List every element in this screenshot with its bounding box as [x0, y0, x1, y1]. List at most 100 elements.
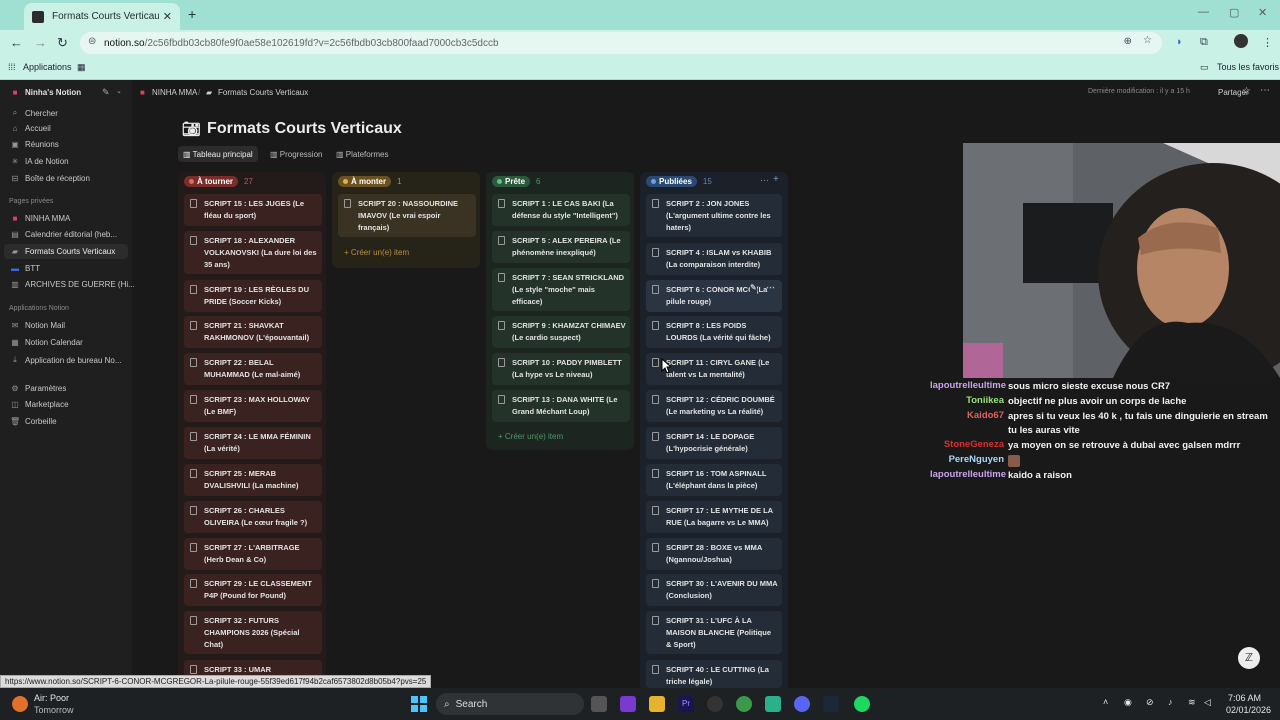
premiere-icon[interactable]: Pr [678, 696, 694, 712]
chrome-icon[interactable] [736, 696, 752, 712]
chevron-down-icon[interactable]: ⌄ [116, 87, 122, 95]
board-card[interactable]: SCRIPT 26 : CHARLES OLIVEIRA (Le cœur fr… [184, 501, 322, 533]
app-icon[interactable] [620, 696, 636, 712]
browser-tab[interactable]: Formats Courts Verticaux | Table ✕ [24, 3, 180, 30]
board-card[interactable]: SCRIPT 15 : LES JUGES (Le fléau du sport… [184, 194, 322, 226]
board-card[interactable]: SCRIPT 2 : JON JONES (L'argument ultime … [646, 194, 782, 237]
url-input[interactable]: ⊜ notion.so/2c56fbdb03cb80fe9f0ae58e1026… [80, 32, 1162, 54]
sidebar-page-ninha-mma[interactable]: ■ NINHA MMA [10, 214, 71, 223]
sidebar-page-formats[interactable]: ▰ Formats Courts Verticaux [10, 247, 115, 256]
forward-icon[interactable]: → [34, 35, 47, 50]
sidebar-marketplace[interactable]: ◫ Marketplace [10, 400, 68, 409]
breadcrumb-formats[interactable]: Formats Courts Verticaux [218, 88, 308, 97]
column-more-icon[interactable]: ⋯ [760, 175, 769, 186]
tab-tableau-principal[interactable]: ▥ Tableau principal [178, 146, 258, 162]
favorite-star-icon[interactable]: ☆ [1242, 86, 1251, 97]
tab-groups-icon[interactable]: ▦ [77, 62, 86, 73]
create-item-button[interactable]: + Créer un(e) item [344, 248, 409, 257]
board-card[interactable]: SCRIPT 16 : TOM ASPINALL (L'éléphant dan… [646, 464, 782, 496]
tab-progression[interactable]: ▥ Progression [265, 146, 327, 162]
sidebar-item-inbox[interactable]: ⊟ Boîte de réception [10, 174, 90, 183]
column-add-icon[interactable]: + [773, 174, 779, 185]
weather-title[interactable]: Air: Poor [34, 693, 69, 703]
spotify-icon[interactable] [854, 696, 870, 712]
board-card[interactable]: SCRIPT 22 : BELAL MUHAMMAD (Le mal-aimé) [184, 353, 322, 385]
windows-start-icon[interactable] [411, 696, 427, 712]
new-tab-icon[interactable]: + [188, 6, 196, 22]
board-card[interactable]: SCRIPT 7 : SEAN STRICKLAND (Le style "mo… [492, 268, 630, 311]
column-header[interactable]: Publiées 15 [646, 175, 712, 187]
board-card[interactable]: SCRIPT 12 : CÉDRIC DOUMBÉ (Le marketing … [646, 390, 782, 422]
board-card[interactable]: SCRIPT 9 : KHAMZAT CHIMAEV (Le cardio su… [492, 316, 630, 348]
browser-menu-icon[interactable]: ⋮ [1262, 36, 1273, 49]
workspace-switcher[interactable]: ■ Ninha's Notion [10, 88, 82, 97]
board-card-hovered[interactable]: SCRIPT 6 : CONOR MCG (La pilule rouge) ✎… [646, 280, 782, 312]
sidebar-item-home[interactable]: ⌂ Accueil [10, 124, 51, 133]
create-item-button[interactable]: + Créer un(e) item [498, 432, 563, 441]
file-explorer-icon[interactable] [649, 696, 665, 712]
app-icon[interactable] [765, 696, 781, 712]
board-card[interactable]: SCRIPT 29 : LE CLASSEMENT P4P (Pound for… [184, 574, 322, 606]
bookmark-applications[interactable]: Applications [23, 62, 72, 72]
board-card[interactable]: SCRIPT 31 : L'UFC À LA MAISON BLANCHE (P… [646, 611, 782, 654]
board-card[interactable]: SCRIPT 8 : LES POIDS LOURDS (La vérité q… [646, 316, 782, 348]
all-bookmarks-link[interactable]: Tous les favoris [1217, 62, 1279, 72]
close-window-icon[interactable]: ✕ [1258, 6, 1267, 19]
sidebar-settings[interactable]: ⚙ Paramètres [10, 384, 66, 393]
sidebar-app-desktop[interactable]: ⤓ Application de bureau No... [10, 355, 121, 365]
board-card[interactable]: SCRIPT 5 : ALEX PEREIRA (Le phénomène in… [492, 231, 630, 263]
sidebar-trash[interactable]: 🗑︎ Corbeille [10, 417, 57, 426]
breadcrumb-ninha-mma[interactable]: NINHA MMA [152, 88, 197, 97]
board-card[interactable]: SCRIPT 10 : PADDY PIMBLETT (La hype vs L… [492, 353, 630, 385]
column-header[interactable]: À tourner 27 [184, 175, 253, 187]
profile-avatar[interactable] [1234, 34, 1248, 48]
help-button[interactable]: ℤ [1238, 647, 1260, 669]
sidebar-page-btt[interactable]: ▬ BTT [10, 264, 40, 273]
task-view-icon[interactable] [591, 696, 607, 712]
sidebar-item-meetings[interactable]: ▣ Réunions [10, 140, 59, 149]
volume-icon[interactable]: ◁ [1204, 697, 1211, 708]
tray-icon[interactable]: ⊘ [1146, 697, 1154, 708]
card-more-icon[interactable]: ⋯ [766, 281, 775, 293]
board-card[interactable]: SCRIPT 4 : ISLAM vs KHABIB (La comparais… [646, 243, 782, 275]
sidebar-page-archives[interactable]: ▥ ARCHIVES DE GUERRE (Hi... [10, 280, 135, 289]
sidebar-item-search[interactable]: ⌕ Chercher [10, 108, 58, 118]
clock-time[interactable]: 7:06 AM [1228, 693, 1261, 703]
board-card[interactable]: SCRIPT 20 : NASSOURDINE IMAVOV (Le vrai … [338, 194, 476, 237]
board-card[interactable]: SCRIPT 18 : ALEXANDER VOLKANOVSKI (La du… [184, 231, 322, 274]
bookmark-star-icon[interactable]: ☆ [1143, 35, 1152, 46]
apps-grid-icon[interactable]: ⁞⁞⁞ [8, 62, 16, 72]
sidebar-app-mail[interactable]: ✉ Notion Mail [10, 321, 65, 330]
steam-icon[interactable] [823, 696, 839, 712]
sidebar-item-ai[interactable]: ✳ IA de Notion [10, 157, 69, 166]
board-card[interactable]: SCRIPT 14 : LE DOPAGE (L'hypocrisie géné… [646, 427, 782, 459]
sidebar-page-calendar[interactable]: ▤ Calendrier éditorial (heb... [10, 230, 117, 239]
extension-icon[interactable]: ◗ [1176, 36, 1183, 48]
sidebar-app-calendar[interactable]: ▦ Notion Calendar [10, 338, 83, 347]
more-options-icon[interactable]: ⋯ [1260, 85, 1270, 96]
column-header[interactable]: Prête 6 [492, 175, 540, 187]
minimize-icon[interactable]: — [1198, 6, 1209, 18]
new-page-icon[interactable]: ✎ [102, 87, 110, 98]
board-card[interactable]: SCRIPT 30 : L'AVENIR DU MMA (Conclusion) [646, 574, 782, 606]
site-info-icon[interactable]: ⊜ [88, 36, 96, 47]
board-card[interactable]: SCRIPT 24 : LE MMA FÉMININ (La vérité) [184, 427, 322, 459]
discord-icon[interactable] [794, 696, 810, 712]
board-card[interactable]: SCRIPT 40 : LE CUTTING (La triche légale… [646, 660, 782, 688]
board-card[interactable]: SCRIPT 23 : MAX HOLLOWAY (Le BMF) [184, 390, 322, 422]
chevron-up-icon[interactable]: ˄ [1103, 697, 1108, 707]
board-card[interactable]: SCRIPT 1 : LE CAS BAKI (La défense du st… [492, 194, 630, 226]
board-card[interactable]: SCRIPT 32 : FUTURS CHAMPIONS 2026 (Spéci… [184, 611, 322, 654]
tray-icon[interactable]: ◉ [1124, 697, 1132, 708]
obs-icon[interactable] [707, 696, 723, 712]
wifi-icon[interactable]: ≋ [1188, 697, 1196, 708]
clock-date[interactable]: 02/01/2026 [1226, 705, 1271, 715]
zoom-icon[interactable]: ⊕ [1124, 36, 1132, 47]
close-tab-icon[interactable]: ✕ [163, 10, 172, 23]
board-card[interactable]: SCRIPT 25 : MERAB DVALISHVILI (La machin… [184, 464, 322, 496]
taskbar-search-input[interactable]: ⌕ Search [436, 693, 584, 715]
back-icon[interactable]: ← [10, 35, 23, 50]
extensions-puzzle-icon[interactable]: ⧉ [1200, 36, 1208, 49]
weather-icon[interactable] [12, 696, 28, 712]
tab-plateformes[interactable]: ▥ Plateformes [331, 146, 393, 162]
